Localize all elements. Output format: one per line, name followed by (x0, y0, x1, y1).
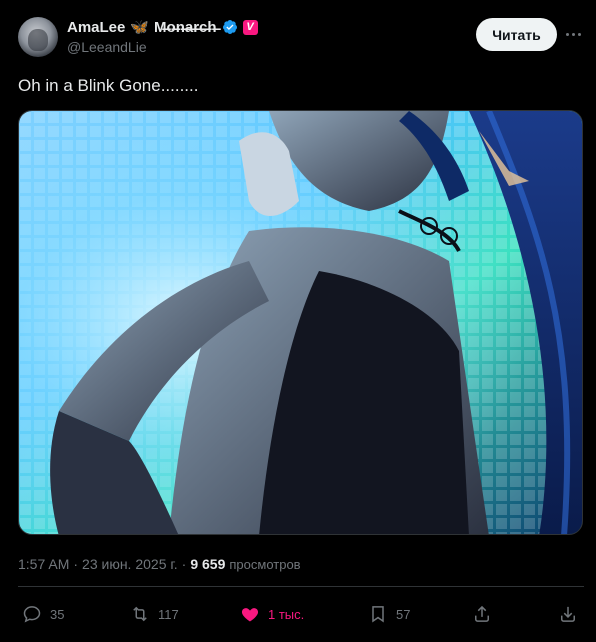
tweet-text: Oh in a Blink Gone........ (18, 76, 199, 95)
affiliate-badge[interactable]: V (242, 19, 258, 35)
bookmark-button[interactable]: 57 (368, 603, 410, 625)
reply-count: 35 (50, 606, 65, 622)
author-name-suffix[interactable]: M̶o̶n̶a̶r̶c̶h̶ (154, 19, 217, 36)
views-label: просмотров (229, 556, 301, 572)
anime-artwork (19, 111, 582, 534)
divider (18, 586, 584, 587)
tweet-date[interactable]: 23 июн. 2025 г. (82, 556, 178, 572)
views-count: 9 659 (190, 556, 226, 572)
butterfly-emoji-icon: 🦋 (130, 18, 150, 36)
heart-icon (241, 608, 259, 622)
download-icon (561, 606, 575, 622)
reply-icon (23, 606, 41, 623)
author-avatar[interactable] (18, 17, 58, 57)
bookmark-count: 57 (396, 606, 411, 622)
author-name-row[interactable]: AmaLee 🦋 M̶o̶n̶a̶r̶c̶h̶ V (67, 17, 258, 37)
share-icon (475, 605, 489, 622)
author-display-name[interactable]: AmaLee (67, 19, 125, 36)
repost-icon (133, 606, 147, 622)
follow-button[interactable]: Читать (476, 18, 557, 51)
author-handle[interactable]: @LeeandLie (67, 39, 147, 55)
tweet-time[interactable]: 1:57 AM (18, 556, 69, 572)
reply-button[interactable]: 35 (22, 603, 64, 625)
bookmark-icon (372, 606, 384, 623)
meta-separator: · (181, 556, 187, 572)
repost-button[interactable]: 117 (130, 603, 179, 625)
verified-badge-icon[interactable] (222, 19, 238, 35)
download-button[interactable] (558, 603, 578, 625)
tweet-media-image[interactable] (18, 110, 583, 535)
like-count: 1 тыс. (268, 606, 305, 622)
repost-count: 117 (158, 606, 179, 622)
more-options-icon[interactable] (566, 26, 584, 42)
like-button[interactable]: 1 тыс. (240, 603, 304, 625)
share-button[interactable] (472, 603, 492, 625)
meta-separator: · (73, 556, 79, 572)
tweet-metadata: 1:57 AM · 23 июн. 2025 г. · 9 659 просмо… (18, 556, 301, 572)
